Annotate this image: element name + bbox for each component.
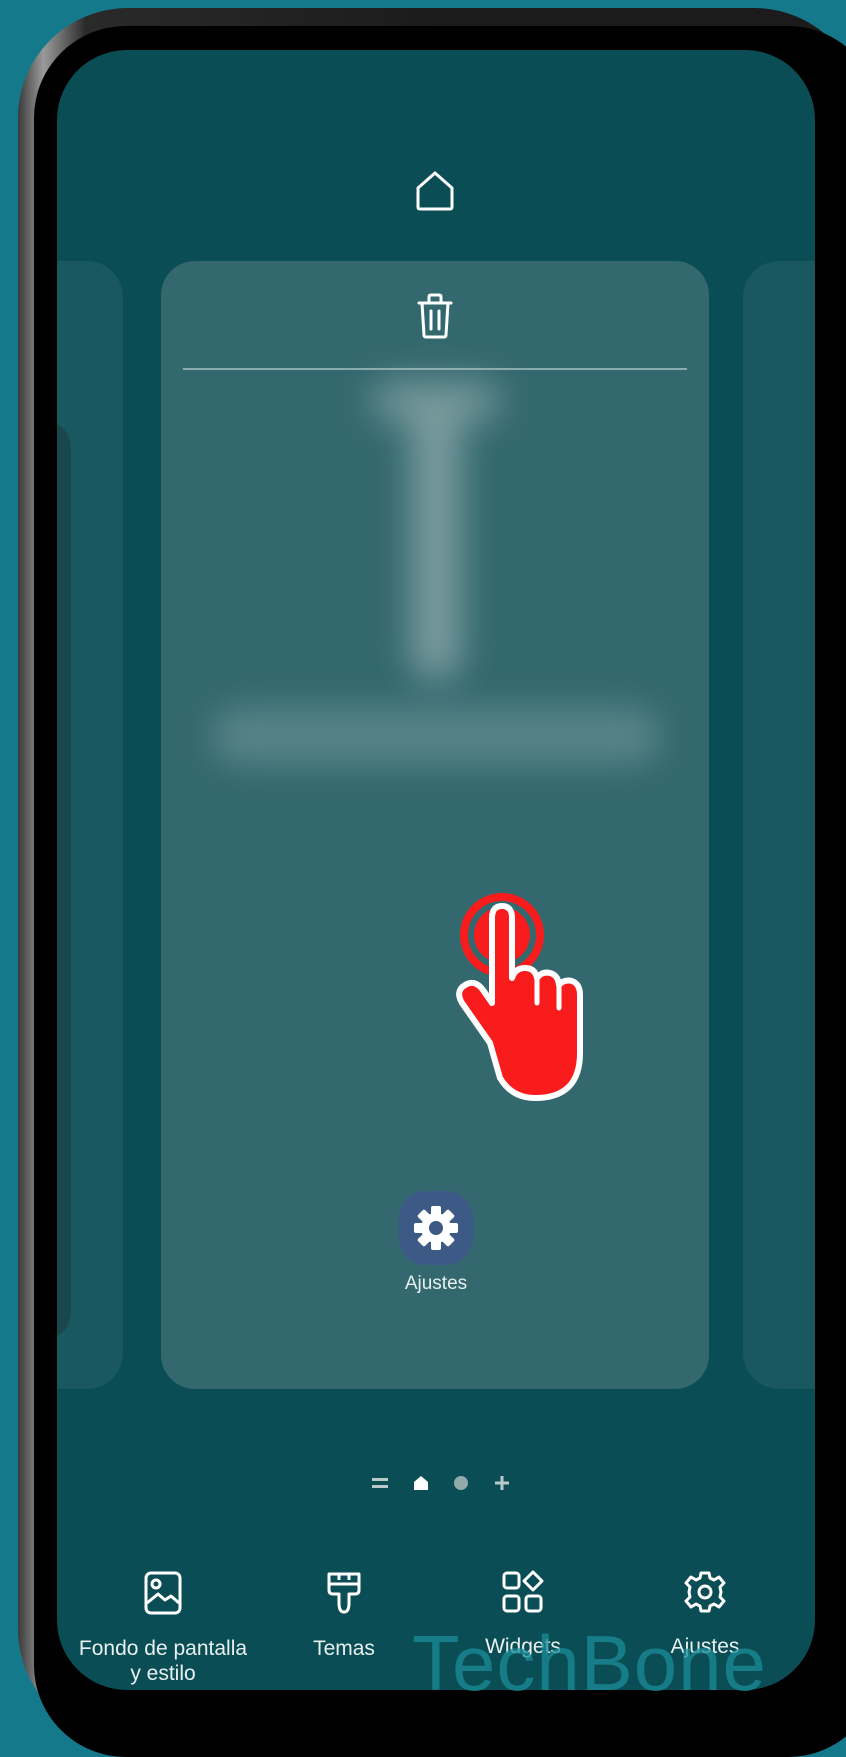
wallpaper-style-button[interactable]: Fondo de pantalla y estilo (63, 1570, 263, 1686)
settings-app-shortcut[interactable]: Ajustes (396, 1191, 476, 1295)
trash-icon[interactable] (412, 291, 458, 341)
blurred-clock-widget (371, 381, 501, 681)
gear-icon (414, 1206, 458, 1250)
current-page-panel[interactable]: Ajustes (161, 261, 709, 1389)
page-dot-icon[interactable] (448, 1470, 474, 1496)
page-indicator (367, 1470, 515, 1496)
add-page-icon[interactable] (489, 1470, 515, 1496)
techbone-watermark: TechBone (412, 1619, 767, 1707)
wallpaper-style-label: Fondo de pantalla y estilo (78, 1637, 248, 1685)
home-icon[interactable] (412, 168, 458, 214)
previous-page-panel[interactable] (57, 261, 123, 1389)
tap-gesture-icon (456, 893, 583, 1101)
paintbrush-icon (327, 1572, 361, 1614)
wallpaper-icon (144, 1571, 182, 1615)
phone-screen: Ajustes Fondo de pantalla y estilo Temas… (57, 50, 815, 1690)
settings-app-label: Ajustes (404, 1273, 468, 1294)
next-page-panel[interactable] (743, 261, 815, 1389)
widgets-icon (502, 1570, 544, 1613)
remove-page-divider (183, 368, 687, 370)
home-dot-icon[interactable] (408, 1470, 434, 1496)
blurred-date-widget (211, 706, 661, 766)
gear-icon (684, 1571, 726, 1613)
settings-app-icon (399, 1191, 473, 1265)
lines-icon[interactable] (367, 1470, 393, 1496)
